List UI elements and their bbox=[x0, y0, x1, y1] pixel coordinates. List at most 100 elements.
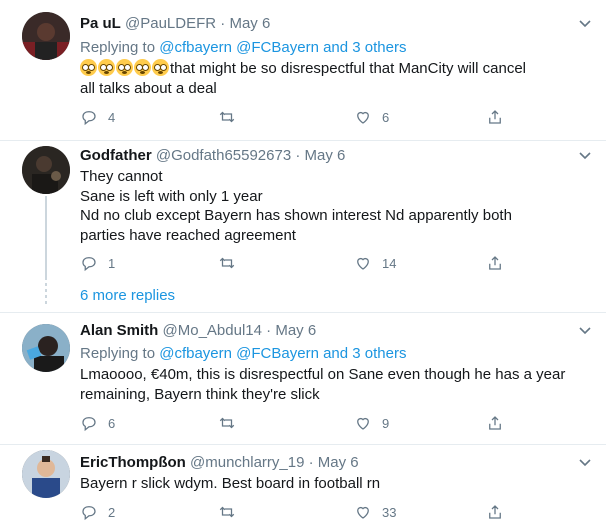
tweet-header: Godfather @Godfath65592673 · May 6 bbox=[80, 146, 345, 166]
display-name[interactable]: EricThompßon bbox=[80, 454, 186, 471]
share-icon bbox=[489, 416, 501, 430]
tweet[interactable]: Alan Smith @Mo_Abdul14 · May 6 Replying … bbox=[0, 312, 606, 444]
mention-link[interactable]: @FCBayern bbox=[236, 345, 319, 362]
tweet-text-line: Bayern r slick wdym. Best board in footb… bbox=[80, 475, 381, 492]
like-button[interactable]: 6 bbox=[354, 107, 389, 127]
share-button[interactable] bbox=[486, 107, 504, 127]
reply-count: 1 bbox=[108, 255, 116, 271]
share-button[interactable] bbox=[486, 253, 504, 273]
emoji-flushed-icon bbox=[116, 59, 133, 76]
avatar[interactable] bbox=[22, 146, 70, 194]
mention-link[interactable]: @cfbayern bbox=[159, 39, 232, 56]
replying-to: Replying to @cfbayern @FCBayern and 3 ot… bbox=[80, 38, 406, 58]
emoji-flushed-icon bbox=[80, 59, 97, 76]
tweet[interactable]: Godfather @Godfath65592673 · May 6 They … bbox=[0, 140, 606, 280]
tweet-header: Alan Smith @Mo_Abdul14 · May 6 bbox=[80, 321, 316, 341]
chevron-down-icon[interactable] bbox=[578, 148, 592, 164]
tweet-text-line: all talks about a deal bbox=[80, 79, 217, 97]
user-handle[interactable]: @PauLDEFR bbox=[125, 15, 216, 32]
timestamp[interactable]: May 6 bbox=[275, 322, 316, 339]
like-count: 9 bbox=[382, 415, 390, 431]
mention-link[interactable]: @FCBayern bbox=[236, 39, 319, 56]
tweet-header: EricThompßon @munchlarry_19 · May 6 bbox=[80, 453, 359, 473]
tweet-actions: 4 6 bbox=[80, 107, 510, 127]
separator-dot: · bbox=[295, 147, 301, 164]
reply-count: 6 bbox=[108, 415, 116, 431]
tweet-actions: 6 9 bbox=[80, 413, 510, 433]
share-button[interactable] bbox=[486, 413, 504, 433]
like-icon bbox=[357, 417, 369, 430]
like-count: 33 bbox=[382, 504, 397, 520]
chevron-down-icon[interactable] bbox=[578, 323, 592, 339]
reply-icon bbox=[82, 111, 96, 126]
like-count: 6 bbox=[382, 109, 390, 125]
tweet-actions: 1 14 bbox=[80, 253, 510, 273]
others-link[interactable]: and 3 others bbox=[323, 39, 406, 56]
tweet-text-line: parties have reached agreement bbox=[80, 226, 296, 244]
retweet-icon bbox=[219, 257, 235, 269]
chevron-down-icon[interactable] bbox=[578, 455, 592, 471]
tweet-text-line: Lmaoooo, €40m, this is disrespectful on … bbox=[80, 366, 566, 383]
retweet-icon bbox=[219, 506, 235, 518]
retweet-icon bbox=[219, 417, 235, 429]
reply-button[interactable]: 6 bbox=[80, 413, 115, 433]
replying-to-label: Replying to bbox=[80, 39, 156, 56]
emoji-flushed-icon bbox=[152, 59, 169, 76]
mention-link[interactable]: @cfbayern bbox=[159, 345, 232, 362]
display-name[interactable]: Godfather bbox=[80, 147, 152, 164]
reply-count: 4 bbox=[108, 109, 116, 125]
reply-button[interactable]: 4 bbox=[80, 107, 115, 127]
like-icon bbox=[357, 257, 369, 270]
replying-to-label: Replying to bbox=[80, 345, 156, 362]
user-handle[interactable]: @Mo_Abdul14 bbox=[163, 322, 262, 339]
tweet-text-line: remaining, Bayern think they're slick bbox=[80, 385, 320, 403]
retweet-icon bbox=[219, 111, 235, 123]
chevron-down-icon[interactable] bbox=[578, 16, 592, 32]
tweet-actions: 2 33 bbox=[80, 502, 510, 522]
timestamp[interactable]: May 6 bbox=[305, 147, 346, 164]
retweet-button[interactable] bbox=[218, 502, 246, 522]
thread-dots bbox=[45, 283, 47, 307]
reply-button[interactable]: 2 bbox=[80, 502, 115, 522]
user-handle[interactable]: @munchlarry_19 bbox=[190, 454, 304, 471]
reply-icon bbox=[82, 257, 96, 272]
tweet-text-line: Sane is left with only 1 year bbox=[80, 187, 263, 205]
retweet-button[interactable] bbox=[218, 253, 246, 273]
display-name[interactable]: Pa uL bbox=[80, 15, 121, 32]
tweet-header: Pa uL @PauLDEFR · May 6 bbox=[80, 14, 270, 34]
share-icon bbox=[489, 505, 501, 519]
replying-to: Replying to @cfbayern @FCBayern and 3 ot… bbox=[80, 344, 406, 364]
reply-button[interactable]: 1 bbox=[80, 253, 115, 273]
user-handle[interactable]: @Godfath65592673 bbox=[156, 147, 291, 164]
retweet-button[interactable] bbox=[218, 413, 246, 433]
like-count: 14 bbox=[382, 255, 397, 271]
avatar[interactable] bbox=[22, 12, 70, 60]
like-button[interactable]: 14 bbox=[354, 253, 396, 273]
tweet[interactable]: Pa uL @PauLDEFR · May 6 Replying to @cfb… bbox=[0, 0, 606, 140]
emoji-flushed-icon bbox=[98, 59, 115, 76]
others-link[interactable]: and 3 others bbox=[323, 345, 406, 362]
reply-icon bbox=[82, 506, 96, 521]
tweet[interactable]: EricThompßon @munchlarry_19 · May 6 Baye… bbox=[0, 444, 606, 528]
timestamp[interactable]: May 6 bbox=[318, 454, 359, 471]
show-more-replies-link[interactable]: 6 more replies bbox=[80, 287, 175, 304]
separator-dot: · bbox=[220, 15, 226, 32]
timestamp[interactable]: May 6 bbox=[229, 15, 270, 32]
tweet-text: They cannot Sane is left with only 1 yea… bbox=[80, 167, 580, 245]
tweet-text-line: They cannot bbox=[80, 168, 163, 185]
share-icon bbox=[489, 110, 501, 124]
replies-feed: Pa uL @PauLDEFR · May 6 Replying to @cfb… bbox=[0, 0, 606, 528]
like-button[interactable]: 9 bbox=[354, 413, 389, 433]
emoji-flushed-icon bbox=[134, 59, 151, 76]
share-button[interactable] bbox=[486, 502, 504, 522]
separator-dot: · bbox=[308, 454, 314, 471]
tweet-text-line: that might be so disrespectful that ManC… bbox=[170, 60, 526, 77]
like-icon bbox=[357, 111, 369, 124]
avatar[interactable] bbox=[22, 450, 70, 498]
separator-dot: · bbox=[266, 322, 272, 339]
like-button[interactable]: 33 bbox=[354, 502, 396, 522]
tweet-text-line: Nd no club except Bayern has shown inter… bbox=[80, 207, 512, 224]
avatar[interactable] bbox=[22, 324, 70, 372]
retweet-button[interactable] bbox=[218, 107, 246, 127]
display-name[interactable]: Alan Smith bbox=[80, 322, 158, 339]
